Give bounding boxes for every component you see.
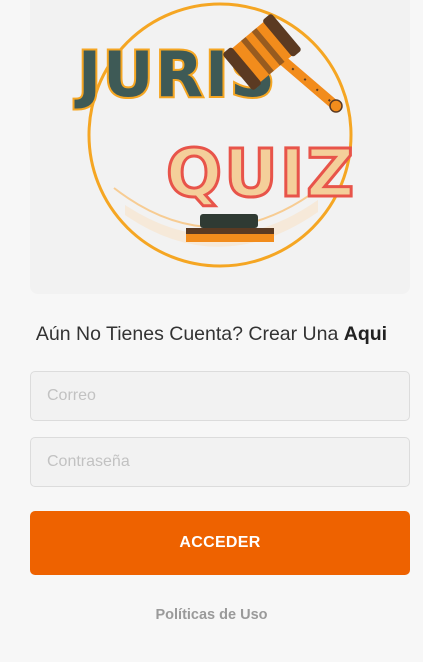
logo-word-quiz: QUIZ [166,135,356,212]
usage-policies-link[interactable]: Políticas de Uso [0,607,423,623]
signup-prompt: Aún No Tienes Cuenta? Crear Una Aqui [0,323,423,346]
login-button[interactable]: ACCEDER [30,511,410,575]
signup-prompt-text: Aún No Tienes Cuenta? Crear Una [35,323,339,345]
signup-link[interactable]: Aqui [344,323,387,345]
password-field[interactable] [30,437,410,487]
juris-quiz-logo: JURIS QUIZ [72,2,356,268]
email-field[interactable] [30,371,410,421]
logo-card: JURIS QUIZ [30,0,410,294]
